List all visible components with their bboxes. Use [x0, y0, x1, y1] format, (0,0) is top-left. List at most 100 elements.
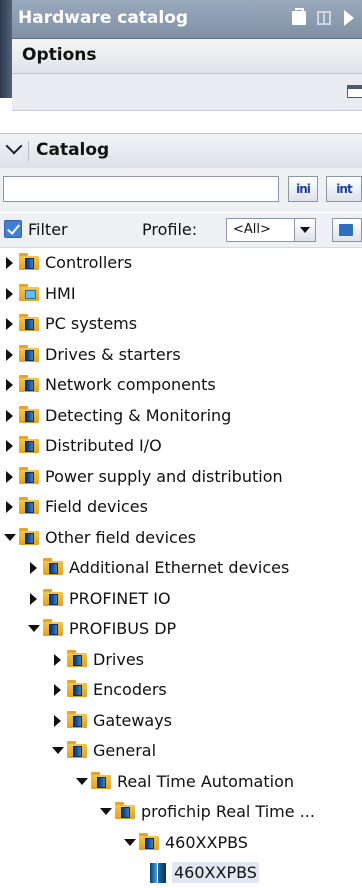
tree-item[interactable]: Drives	[0, 645, 362, 675]
tree-item[interactable]: Power supply and distribution	[0, 462, 362, 492]
folder-device-icon	[67, 649, 87, 667]
catalog-search-input[interactable]	[3, 176, 279, 202]
tree-item-label: Additional Ethernet devices	[69, 558, 290, 577]
window-icon[interactable]	[347, 85, 362, 98]
folder-device-icon	[19, 436, 39, 453]
catalog-section-header[interactable]: Catalog	[0, 133, 362, 169]
profile-value: <All>	[233, 222, 271, 237]
tree-item-label: PROFIBUS DP	[69, 619, 177, 638]
chevron-down-icon[interactable]	[294, 219, 315, 241]
expand-right-arrow-icon[interactable]	[54, 684, 61, 696]
folder-device-icon	[19, 344, 39, 362]
tree-item[interactable]: Additional Ethernet devices	[0, 553, 362, 583]
expand-right-arrow-icon[interactable]	[6, 379, 13, 391]
search-down-button[interactable]: ini	[288, 176, 318, 202]
tree-item-label: Drives	[93, 649, 144, 669]
pin-icon[interactable]	[292, 8, 306, 25]
search-up-button[interactable]: int	[326, 176, 362, 202]
tree-item[interactable]: HMI	[0, 279, 362, 309]
profile-label: Profile:	[142, 220, 198, 239]
tree-item-label: Distributed I/O	[45, 436, 162, 455]
folder-device-icon	[19, 405, 39, 423]
tree-item[interactable]: Network components	[0, 370, 362, 400]
tree-item[interactable]: PC systems	[0, 309, 362, 339]
tree-item-label: Other field devices	[45, 527, 197, 547]
folder-device-icon	[19, 375, 39, 392]
tree-item[interactable]: profichip Real Time ...	[0, 797, 362, 827]
expand-right-arrow-icon[interactable]	[6, 440, 13, 452]
expand-down-arrow-icon[interactable]	[124, 838, 136, 846]
tree-item[interactable]: Real Time Automation	[0, 767, 362, 797]
tree-item[interactable]: Detecting & Monitoring	[0, 401, 362, 431]
expand-right-arrow-icon[interactable]	[30, 592, 37, 605]
expand-right-arrow-icon[interactable]	[54, 653, 61, 666]
tree-item[interactable]: Controllers	[0, 248, 362, 278]
panel-title: Hardware catalog	[18, 8, 189, 28]
tree-item-label: Drives & starters	[45, 344, 181, 364]
filter-label: Filter	[28, 220, 68, 239]
tree-item[interactable]: PROFIBUS DP	[0, 614, 362, 644]
expand-down-arrow-icon[interactable]	[100, 808, 112, 815]
profile-select[interactable]: <All>	[226, 218, 316, 242]
tree-item[interactable]: Gateways	[0, 706, 362, 736]
tree-item[interactable]: Distributed I/O	[0, 431, 362, 461]
tree-item-label: General	[93, 741, 157, 760]
options-section-body	[12, 74, 362, 111]
expand-right-arrow-icon[interactable]	[6, 257, 13, 269]
expand-down-arrow-icon[interactable]	[52, 747, 64, 754]
tree-item[interactable]: Other field devices	[0, 523, 362, 553]
tree-item-label: Network components	[45, 375, 216, 394]
folder-device-icon	[115, 802, 135, 819]
left-edge-shadow	[0, 0, 12, 98]
filter-row: Filter Profile: <All>	[0, 213, 362, 248]
split-view-icon[interactable]	[317, 11, 331, 25]
tree-item-label: Power supply and distribution	[45, 466, 283, 486]
tree-item[interactable]: 460XXPBS	[0, 828, 362, 858]
expand-right-arrow-icon[interactable]	[6, 348, 13, 361]
expand-right-arrow-icon[interactable]	[6, 287, 13, 300]
folder-device-icon	[43, 619, 63, 636]
expand-down-arrow-icon[interactable]	[76, 777, 88, 785]
tree-item[interactable]: Drives & starters	[0, 340, 362, 370]
folder-device-icon	[91, 771, 111, 789]
tree-item-label: Real Time Automation	[117, 771, 295, 791]
tree-item-label: HMI	[45, 283, 76, 303]
tree-item-label: profichip Real Time ...	[141, 802, 315, 821]
folder-device-icon	[139, 832, 159, 850]
expand-right-arrow-icon[interactable]	[6, 501, 13, 513]
tree-item-label: PC systems	[45, 314, 138, 333]
tree-item-label: Field devices	[45, 497, 148, 516]
folder-hmi-icon	[19, 283, 39, 301]
profile-settings-button[interactable]	[332, 218, 362, 242]
collapse-arrow-icon[interactable]	[344, 10, 354, 26]
expand-right-arrow-icon[interactable]	[30, 562, 37, 574]
expand-right-arrow-icon[interactable]	[6, 318, 13, 330]
expand-down-arrow-icon[interactable]	[28, 625, 40, 632]
tree-item[interactable]: Encoders	[0, 675, 362, 705]
folder-device-icon	[43, 588, 63, 606]
expand-right-arrow-icon[interactable]	[54, 714, 61, 727]
device-module-icon	[148, 863, 168, 883]
folder-device-icon	[19, 527, 39, 545]
folder-device-icon	[43, 558, 63, 575]
filter-checkbox[interactable]	[4, 220, 22, 238]
tree-item[interactable]: General	[0, 736, 362, 766]
expand-right-arrow-icon[interactable]	[6, 470, 13, 483]
tree-item-label: 460XXPBS	[165, 832, 248, 852]
folder-device-icon	[19, 314, 39, 331]
tree-item[interactable]: Field devices	[0, 492, 362, 522]
tree-item-label: Encoders	[93, 680, 167, 699]
chevron-down-icon[interactable]	[5, 137, 23, 155]
folder-device-icon	[19, 466, 39, 484]
folder-device-icon	[19, 253, 39, 270]
tree-item-label: Controllers	[45, 253, 133, 272]
options-section-header[interactable]: Options	[12, 39, 362, 74]
expand-right-arrow-icon[interactable]	[6, 409, 13, 422]
catalog-title: Catalog	[36, 140, 110, 160]
tree-item-label: 460XXPBS	[172, 862, 259, 883]
tree-item[interactable]: 460XXPBS	[0, 858, 362, 888]
expand-down-arrow-icon[interactable]	[4, 533, 16, 541]
tree-item-label: Gateways	[93, 710, 173, 730]
tree-item[interactable]: PROFINET IO	[0, 584, 362, 614]
catalog-search-row: ini int	[0, 168, 362, 212]
